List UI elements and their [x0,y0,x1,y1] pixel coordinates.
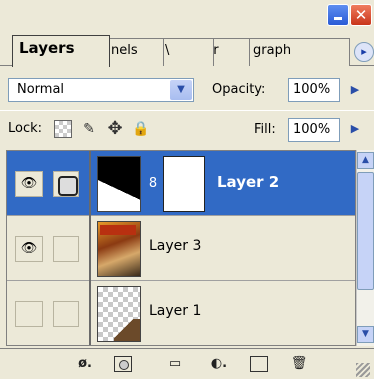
lock-row: Lock: ✎ ✥ 🔒 Fill: 100% [0,110,374,146]
blend-mode-dropdown[interactable]: Normal ▼ [8,78,194,102]
opacity-input[interactable]: 100% [288,78,340,102]
layer-name[interactable]: Layer 2 [217,173,279,191]
layer-row-layer-2[interactable]: 👁 8 Layer 2 [7,151,355,216]
lock-all-icon[interactable]: 🔒 [132,120,150,138]
layer-row-layer-3[interactable]: 👁 Layer 3 [7,216,355,281]
panel-title-bar: ✕ [0,0,374,30]
opacity-label: Opacity: [212,82,266,97]
lock-image-pixels-icon[interactable]: ✎ [80,120,98,138]
eye-icon[interactable]: 👁 [15,171,43,197]
new-layer-icon[interactable] [250,356,268,372]
lock-transparency-icon[interactable] [54,120,72,138]
blend-row: Normal ▼ Opacity: 100% [0,72,374,106]
layer-mask-indicator-icon[interactable] [53,171,79,197]
link-toggle-cell[interactable] [53,301,79,327]
resize-grip-icon[interactable] [356,363,370,377]
layers-toolbar: ø. ▭ ◐. 🗑 [0,348,374,379]
layer-name[interactable]: Layer 3 [149,238,201,254]
minimize-icon[interactable] [327,4,349,26]
column-divider [89,216,91,281]
chevron-down-icon[interactable]: ▼ [170,80,192,100]
scroll-down-icon[interactable]: ▼ [357,326,374,343]
tab-scroll-right-icon[interactable]: ▸ [354,42,374,62]
tab-channels[interactable]: nels [104,38,164,66]
add-mask-icon[interactable] [114,356,132,372]
panel-tabs: graph acter \ nels Layers ▸ [0,30,374,67]
tab-paragraph[interactable]: graph [246,38,350,66]
layer-list: 👁 8 Layer 2 👁 Layer 3 Layer 1 [6,150,356,346]
adjustment-layer-icon[interactable]: ◐. [210,356,228,372]
lock-position-icon[interactable]: ✥ [106,120,124,138]
link-chain-icon[interactable]: 8 [147,175,159,193]
close-icon[interactable]: ✕ [350,4,372,26]
link-toggle-cell[interactable] [53,236,79,262]
layer-thumbnail[interactable] [97,156,141,212]
fill-input[interactable]: 100% [288,118,340,142]
layers-panel: ✕ graph acter \ nels Layers ▸ Normal ▼ O… [0,0,374,379]
new-group-icon[interactable]: ▭ [166,356,184,372]
layer-list-scrollbar[interactable]: ▲ ▼ [356,150,374,346]
visibility-toggle-cell[interactable] [15,301,43,327]
fill-label: Fill: [254,122,276,137]
layer-row-layer-1[interactable]: Layer 1 [7,281,355,345]
layer-thumbnail[interactable] [97,221,141,277]
column-divider [89,281,91,345]
column-divider [89,151,91,216]
scroll-thumb[interactable] [357,172,374,290]
layer-mask-thumbnail[interactable] [163,156,205,212]
lock-label: Lock: [8,121,43,136]
fill-slider-arrow-icon[interactable]: ▶ [346,117,364,141]
blend-mode-value: Normal [17,82,65,97]
tab-layers[interactable]: Layers [12,35,110,67]
layer-name[interactable]: Layer 1 [149,303,201,319]
layer-style-icon[interactable]: ø. [76,356,94,372]
tab-paths[interactable]: \ [158,38,214,66]
layer-thumbnail[interactable] [97,286,141,342]
trash-icon[interactable]: 🗑 [290,356,308,372]
scroll-up-icon[interactable]: ▲ [357,152,374,169]
opacity-slider-arrow-icon[interactable]: ▶ [346,78,364,102]
eye-icon[interactable]: 👁 [15,236,43,262]
